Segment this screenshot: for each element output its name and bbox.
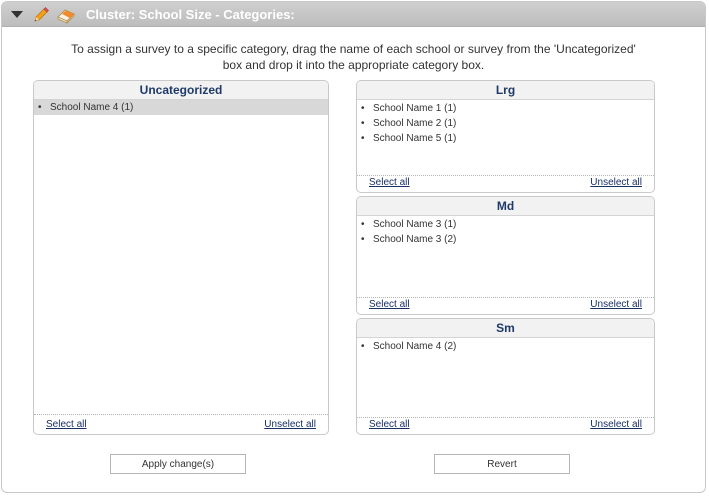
category-list-sm[interactable]: School Name 4 (2)	[357, 338, 654, 418]
category-title-sm: Sm	[357, 319, 654, 338]
eraser-icon[interactable]	[56, 6, 76, 24]
instructions-line-2: box and drop it into the appropriate cat…	[222, 58, 485, 72]
category-box-md[interactable]: Md School Name 3 (1) School Name 3 (2) S…	[356, 196, 655, 315]
instructions-text: To assign a survey to a specific categor…	[2, 41, 705, 73]
list-item[interactable]: School Name 2 (1)	[357, 116, 654, 131]
uncategorized-footer: Select all Unselect all	[34, 416, 328, 434]
uncategorized-box[interactable]: Uncategorized School Name 4 (1) Select a…	[33, 80, 329, 435]
list-item[interactable]: School Name 3 (2)	[357, 232, 654, 247]
select-all-link[interactable]: Select all	[369, 177, 410, 188]
uncategorized-list[interactable]: School Name 4 (1)	[34, 100, 328, 415]
category-footer-sm: Select all Unselect all	[357, 416, 654, 434]
category-list-lrg[interactable]: School Name 1 (1) School Name 2 (1) Scho…	[357, 100, 654, 176]
page-title: Cluster: School Size - Categories:	[86, 7, 295, 22]
list-item[interactable]: School Name 5 (1)	[357, 131, 654, 146]
apply-changes-button[interactable]: Apply change(s)	[110, 454, 246, 474]
revert-button[interactable]: Revert	[434, 454, 570, 474]
chevron-down-icon[interactable]	[11, 11, 23, 18]
unselect-all-link[interactable]: Unselect all	[264, 419, 316, 430]
category-footer-lrg: Select all Unselect all	[357, 174, 654, 192]
uncategorized-title: Uncategorized	[34, 81, 328, 100]
pencil-icon[interactable]	[32, 6, 50, 24]
list-item[interactable]: School Name 4 (2)	[357, 339, 654, 354]
list-item[interactable]: School Name 4 (1)	[34, 100, 328, 115]
category-title-md: Md	[357, 197, 654, 216]
select-all-link[interactable]: Select all	[369, 299, 410, 310]
category-footer-md: Select all Unselect all	[357, 296, 654, 314]
instructions-line-1: To assign a survey to a specific categor…	[71, 42, 636, 56]
category-box-sm[interactable]: Sm School Name 4 (2) Select all Unselect…	[356, 318, 655, 435]
unselect-all-link[interactable]: Unselect all	[590, 299, 642, 310]
category-title-lrg: Lrg	[357, 81, 654, 100]
category-panel: Cluster: School Size - Categories: To as…	[1, 1, 706, 493]
unselect-all-link[interactable]: Unselect all	[590, 419, 642, 430]
select-all-link[interactable]: Select all	[46, 419, 87, 430]
panel-header: Cluster: School Size - Categories:	[2, 2, 705, 27]
list-item[interactable]: School Name 1 (1)	[357, 101, 654, 116]
category-list-md[interactable]: School Name 3 (1) School Name 3 (2)	[357, 216, 654, 298]
select-all-link[interactable]: Select all	[369, 419, 410, 430]
unselect-all-link[interactable]: Unselect all	[590, 177, 642, 188]
category-box-lrg[interactable]: Lrg School Name 1 (1) School Name 2 (1) …	[356, 80, 655, 193]
list-item[interactable]: School Name 3 (1)	[357, 217, 654, 232]
